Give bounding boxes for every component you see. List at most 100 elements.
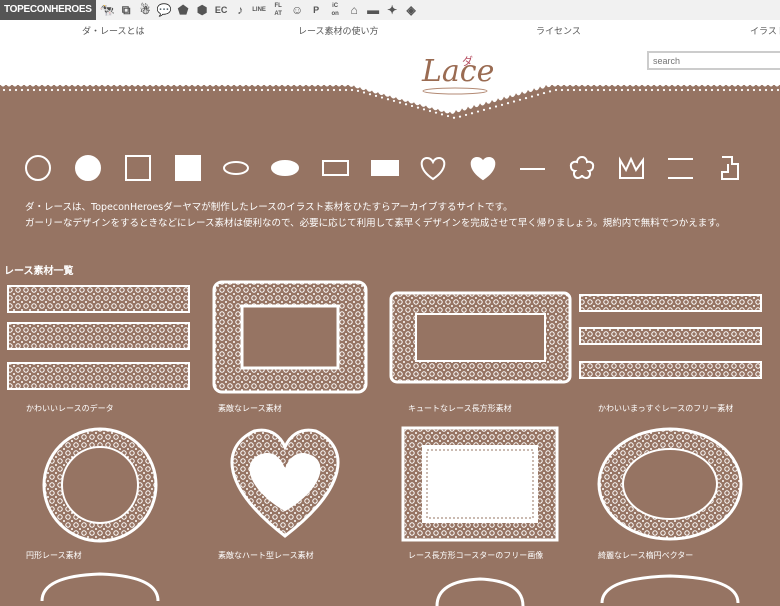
lace-item-caption[interactable]: 素敵なハート型レース素材 [218, 550, 314, 561]
lace-dot [74, 88, 78, 92]
nav-about[interactable]: ダ・レースとは [82, 24, 145, 37]
lace-thumbnail[interactable] [595, 425, 745, 543]
lace-thumbnail[interactable] [210, 278, 370, 396]
lace-dot [362, 91, 366, 94]
lace-dot [644, 88, 648, 92]
lace-dot [704, 88, 708, 92]
lace-dot [68, 88, 72, 92]
lace-dot [638, 88, 642, 92]
lace-item-caption[interactable]: 綺麗なレース楕円ベクター [598, 550, 693, 561]
nav-howto[interactable]: レース素材の使い方 [298, 24, 379, 37]
lace-dot [386, 98, 390, 101]
lace-item[interactable] [6, 278, 191, 396]
search-input[interactable] [647, 51, 780, 70]
lace-item[interactable] [578, 290, 763, 385]
lace-item[interactable] [215, 425, 355, 540]
nav-license[interactable]: ライセンス [536, 24, 581, 37]
site-logo[interactable]: Lace ダ [410, 43, 500, 103]
lace-item[interactable] [210, 278, 370, 396]
icon-text-icon[interactable]: iC on [328, 3, 343, 18]
filled-square-shape-icon[interactable] [175, 155, 201, 181]
lace-thumbnail[interactable] [40, 425, 160, 545]
lace-dot [506, 102, 510, 105]
lace-dot [416, 106, 420, 109]
lace-dot [38, 88, 42, 92]
flower-shape-icon[interactable] [569, 155, 595, 180]
intro-line-1: ダ・レースは、TopeconHeroesダーヤマが制作したレースのイラスト素材を… [25, 202, 513, 213]
filled-rectangle-shape-icon[interactable] [371, 160, 399, 176]
lace-item-caption[interactable]: かわいいレースのデータ [26, 403, 114, 414]
sparkle-person-icon[interactable]: ✦ [385, 3, 400, 18]
copy-icon[interactable]: ⧉ [119, 3, 134, 18]
lace-thumbnail-partial[interactable] [40, 570, 160, 601]
lace-dot [284, 88, 288, 92]
lace-dot [110, 88, 114, 92]
flat-icon[interactable]: FL AT [271, 3, 286, 18]
lace-dot [518, 98, 522, 101]
lace-dot [188, 88, 192, 92]
lace-item[interactable] [388, 290, 573, 385]
lace-thumbnail[interactable] [578, 290, 763, 385]
lace-item-caption[interactable]: キュートなレース長方形素材 [408, 403, 512, 414]
stairs-shape-icon[interactable] [721, 156, 739, 180]
line-icon[interactable]: LINE [252, 3, 267, 18]
lace-dot [674, 88, 678, 92]
music-note-icon[interactable]: ♪ [233, 3, 248, 18]
square-shape-icon[interactable] [125, 155, 151, 181]
lace-dot [380, 96, 384, 99]
lace-dot [752, 88, 756, 92]
lace-item-caption[interactable]: 円形レース素材 [26, 550, 82, 561]
nav-illust[interactable]: イラスト [750, 24, 780, 37]
brand-link[interactable]: TOPECONHEROES [0, 0, 96, 20]
rectangle-shape-icon[interactable] [322, 160, 349, 176]
lace-dot [452, 116, 456, 119]
lace-item-caption[interactable]: レース長方形コースターのフリー画像 [408, 550, 543, 561]
circle-shape-icon[interactable] [25, 155, 51, 181]
filled-circle-shape-icon[interactable] [75, 155, 101, 181]
lace-item-caption[interactable]: 素敵なレース素材 [218, 403, 282, 414]
lace-dot [338, 88, 342, 92]
lace-dot [668, 88, 672, 92]
lace-dot [356, 89, 360, 92]
lace-dot [230, 88, 234, 92]
lace-thumbnail-partial[interactable] [600, 572, 740, 603]
ec-icon[interactable]: EC [214, 3, 229, 18]
p-icon[interactable]: P [309, 3, 324, 18]
lace-dot [662, 88, 666, 92]
filled-ellipse-shape-icon[interactable] [271, 160, 299, 176]
person-icon[interactable]: ☃ [138, 3, 153, 18]
lace-thumbnail[interactable] [400, 425, 560, 543]
lace-item[interactable] [595, 425, 745, 543]
lace-thumbnail[interactable] [215, 425, 355, 540]
lace-thumbnail-partial[interactable] [435, 575, 525, 606]
lace-dot [152, 88, 156, 92]
speech-bubble-icon[interactable]: 💬 [157, 3, 172, 18]
tag-icon[interactable]: ⬟ [176, 3, 191, 18]
pentagon-icon[interactable]: ⬢ [195, 3, 210, 18]
lace-dot [596, 88, 600, 92]
lace-item[interactable] [400, 425, 560, 543]
lace-dot [92, 88, 96, 92]
car-icon[interactable]: ▬ [366, 3, 381, 18]
lace-item-caption[interactable]: かわいいまっすぐレースのフリー素材 [598, 403, 733, 414]
heart-shape-icon[interactable] [420, 156, 446, 181]
lace-thumbnail[interactable] [388, 290, 573, 385]
lace-item[interactable] [40, 425, 160, 545]
lace-dot [320, 88, 324, 92]
crown-shape-icon[interactable] [619, 156, 644, 179]
smiley-icon[interactable]: ☺ [290, 3, 305, 18]
house-icon[interactable]: ⌂ [347, 3, 362, 18]
lace-dot [62, 88, 66, 92]
lace-dot [236, 88, 240, 92]
filled-heart-shape-icon[interactable] [470, 156, 496, 181]
lace-dot [500, 103, 504, 106]
gift-icon[interactable]: ◈ [404, 3, 419, 18]
cow-icon[interactable]: 🐄 [100, 3, 115, 18]
lace-dot [314, 88, 318, 92]
lace-dot [746, 88, 750, 92]
lace-dot [128, 88, 132, 92]
lace-thumbnail[interactable] [6, 278, 191, 396]
lace-dot [410, 104, 414, 108]
lace-dot [326, 88, 330, 92]
ellipse-shape-icon[interactable] [223, 161, 249, 175]
